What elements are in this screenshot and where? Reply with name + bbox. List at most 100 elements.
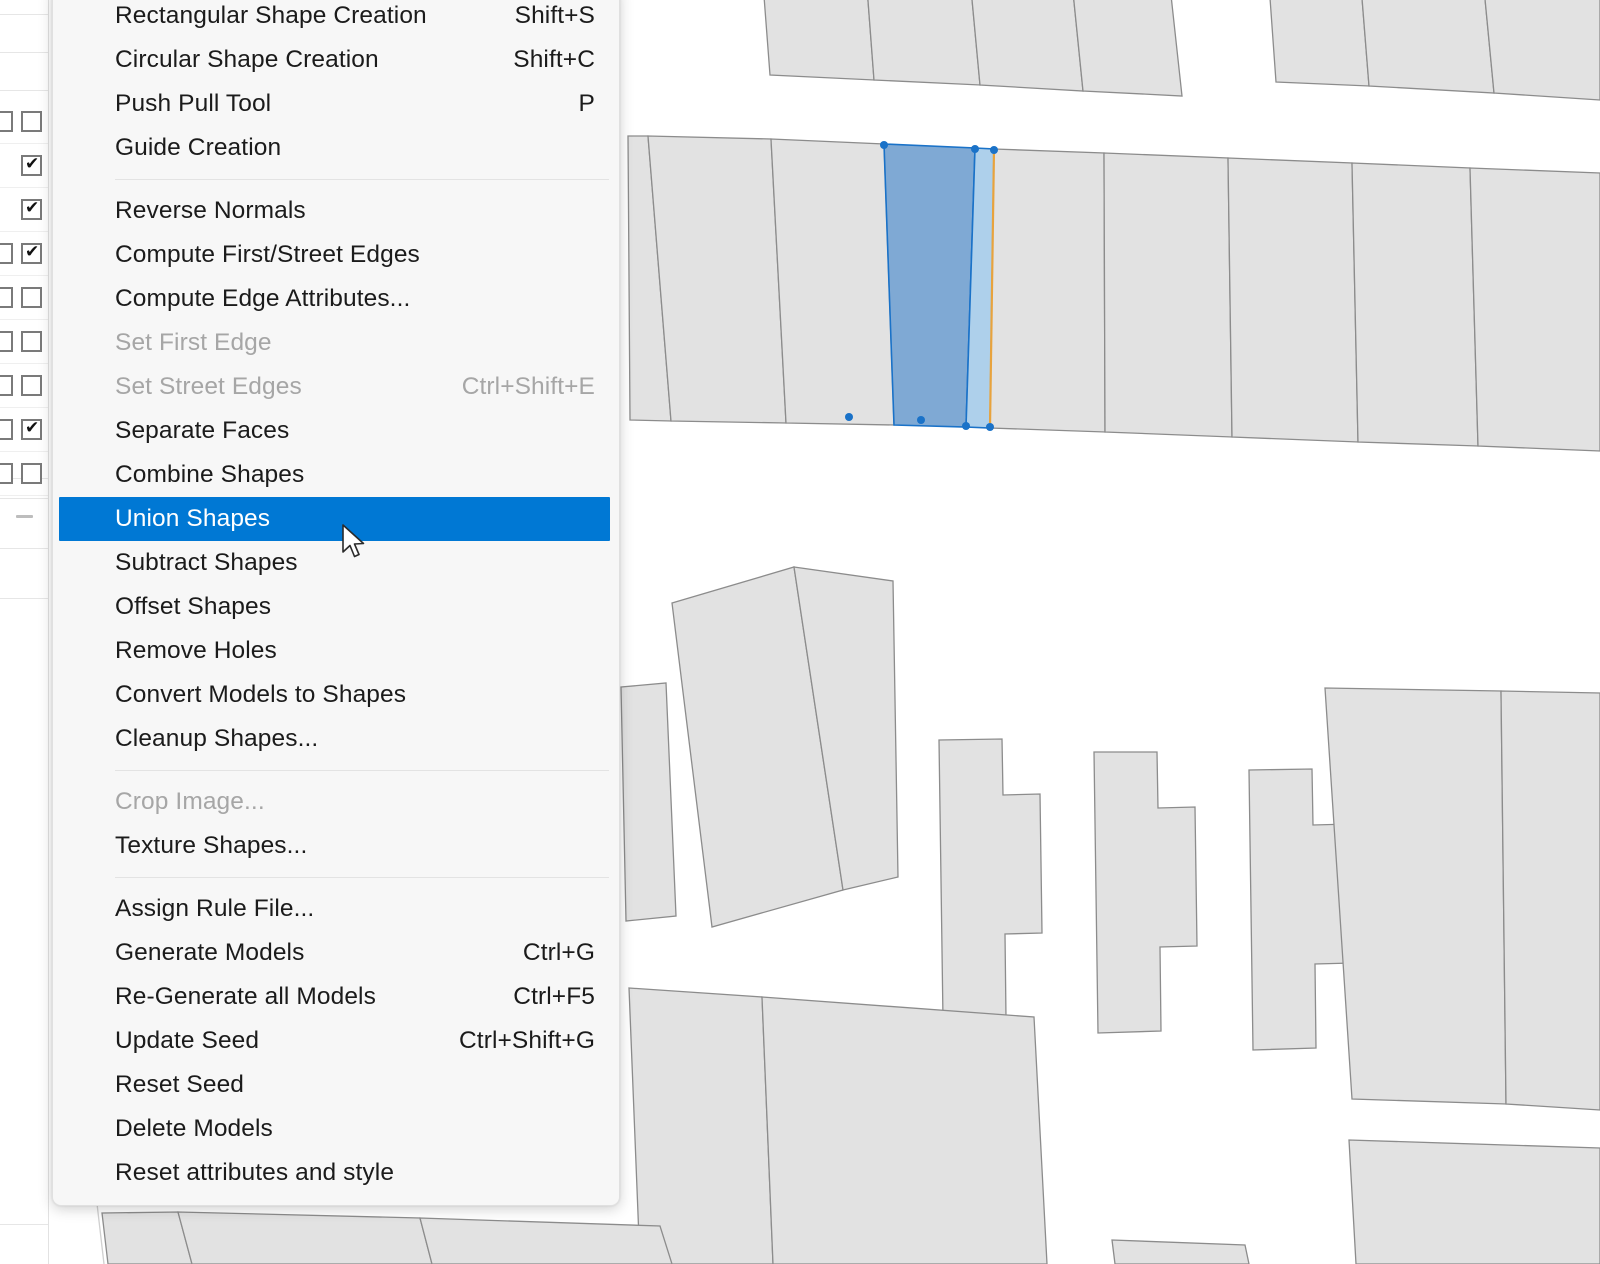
- visibility-checkbox[interactable]: [0, 375, 13, 396]
- menu-separator: [115, 770, 609, 771]
- menu-item-convert-models-to-shapes[interactable]: Convert Models to Shapes: [53, 673, 619, 717]
- visibility-checkbox[interactable]: [21, 287, 42, 308]
- visibility-checkbox[interactable]: [0, 419, 13, 440]
- menu-item-label: Assign Rule File...: [115, 895, 595, 923]
- menu-item-label: Combine Shapes: [115, 461, 595, 489]
- parcel-block-top-right: [1268, 0, 1600, 100]
- menu-item-re-generate-all-models[interactable]: Re-Generate all Models Ctrl+F5: [53, 975, 619, 1019]
- menu-item-label: Push Pull Tool: [115, 90, 549, 118]
- menu-item-reverse-normals[interactable]: Reverse Normals: [53, 189, 619, 233]
- menu-item-label: Circular Shape Creation: [115, 46, 483, 74]
- visibility-checkbox[interactable]: [0, 463, 13, 484]
- visibility-checkbox[interactable]: [0, 111, 13, 132]
- tree-row[interactable]: [0, 276, 48, 320]
- menu-item-label: Texture Shapes...: [115, 832, 595, 860]
- panel-separator: [0, 1224, 48, 1225]
- visibility-checkbox[interactable]: ✔: [21, 243, 42, 264]
- tree-row[interactable]: [0, 452, 48, 496]
- tree-row[interactable]: ✔: [0, 188, 48, 232]
- parcel-block-right: [1325, 688, 1600, 1110]
- menu-item-set-street-edges: Set Street EdgesCtrl+Shift+E: [53, 365, 619, 409]
- parcel-sliver-bottom: [102, 1212, 672, 1264]
- visibility-checkbox[interactable]: [0, 331, 13, 352]
- menu-item-label: Compute First/Street Edges: [115, 241, 595, 269]
- tree-row[interactable]: [0, 100, 48, 144]
- tree-row[interactable]: [0, 364, 48, 408]
- menu-item-generate-models[interactable]: Generate Models Ctrl+G: [53, 931, 619, 975]
- parcel-block-bottom-right: [1112, 1140, 1600, 1264]
- menu-item-label: Reset Seed: [115, 1071, 595, 1099]
- application-window: ✔ ✔ ✔ ✔ Rectangular Shape Creation Shift+S Ci…: [0, 0, 1600, 1264]
- shapes-context-menu[interactable]: Rectangular Shape Creation Shift+S Circula…: [52, 0, 620, 1206]
- tree-row[interactable]: ✔: [0, 144, 48, 188]
- checkmark-icon: ✔: [25, 198, 39, 219]
- menu-item-delete-models[interactable]: Delete Models: [53, 1107, 619, 1151]
- menu-item-circular-shape-creation[interactable]: Circular Shape Creation Shift+C: [53, 38, 619, 82]
- menu-item-assign-rule-file[interactable]: Assign Rule File...: [53, 887, 619, 931]
- menu-separator: [115, 877, 609, 878]
- visibility-checkbox[interactable]: [0, 287, 13, 308]
- visibility-checkbox[interactable]: [21, 375, 42, 396]
- menu-item-label: Rectangular Shape Creation: [115, 2, 485, 30]
- scene-explorer-panel[interactable]: ✔ ✔ ✔ ✔: [0, 0, 49, 1264]
- visibility-checkbox[interactable]: ✔: [21, 199, 42, 220]
- menu-item-push-pull-tool[interactable]: Push Pull ToolP: [53, 82, 619, 126]
- menu-item-update-seed[interactable]: Update SeedCtrl+Shift+G: [53, 1019, 619, 1063]
- menu-item-shortcut: Ctrl+Shift+E: [462, 373, 595, 401]
- collapse-dash-icon[interactable]: [16, 515, 33, 518]
- menu-item-shortcut: Ctrl+G: [523, 939, 595, 967]
- menu-item-offset-shapes[interactable]: Offset Shapes: [53, 585, 619, 629]
- menu-item-union-shapes[interactable]: Union Shapes: [59, 497, 610, 541]
- panel-separator: [0, 90, 48, 91]
- menu-item-label: Crop Image...: [115, 788, 595, 816]
- menu-item-label: Reverse Normals: [115, 197, 595, 225]
- menu-item-subtract-shapes[interactable]: Subtract Shapes: [53, 541, 619, 585]
- menu-item-label: Set First Edge: [115, 329, 595, 357]
- menu-item-separate-faces[interactable]: Separate Faces: [53, 409, 619, 453]
- menu-item-label: Separate Faces: [115, 417, 595, 445]
- menu-item-reset-attributes-and-style[interactable]: Reset attributes and style: [53, 1151, 619, 1195]
- visibility-checkbox[interactable]: [21, 331, 42, 352]
- menu-item-shortcut: Shift+S: [515, 2, 595, 30]
- checkmark-icon: ✔: [25, 418, 39, 439]
- menu-separator: [115, 179, 609, 180]
- menu-item-label: Guide Creation: [115, 134, 595, 162]
- panel-separator: [0, 598, 48, 599]
- visibility-checkbox[interactable]: [21, 111, 42, 132]
- menu-item-label: Cleanup Shapes...: [115, 725, 595, 753]
- menu-item-compute-first-street-edges[interactable]: Compute First/Street Edges: [53, 233, 619, 277]
- menu-item-label: Generate Models: [115, 939, 493, 967]
- tree-row[interactable]: [0, 320, 48, 364]
- building-footprints-notched: [939, 739, 1352, 1050]
- menu-item-label: Re-Generate all Models: [115, 983, 483, 1011]
- menu-item-guide-creation[interactable]: Guide Creation: [53, 126, 619, 170]
- visibility-checkbox[interactable]: [21, 463, 42, 484]
- visibility-checkbox[interactable]: [0, 243, 13, 264]
- panel-separator: [0, 548, 48, 549]
- menu-item-label: Update Seed: [115, 1027, 429, 1055]
- menu-item-label: Remove Holes: [115, 637, 595, 665]
- menu-item-label: Offset Shapes: [115, 593, 595, 621]
- tree-row[interactable]: ✔: [0, 232, 48, 276]
- tree-row[interactable]: ✔: [0, 408, 48, 452]
- menu-item-label: Convert Models to Shapes: [115, 681, 595, 709]
- panel-separator: [0, 498, 48, 499]
- visibility-checkbox[interactable]: ✔: [21, 155, 42, 176]
- menu-item-label: Compute Edge Attributes...: [115, 285, 595, 313]
- menu-item-shortcut: Shift+C: [513, 46, 595, 74]
- menu-item-compute-edge-attributes[interactable]: Compute Edge Attributes...: [53, 277, 619, 321]
- menu-item-shortcut: Ctrl+F5: [513, 983, 595, 1011]
- parcel-row-selected[interactable]: [628, 136, 1600, 451]
- checkmark-icon: ✔: [25, 154, 39, 175]
- menu-item-cleanup-shapes[interactable]: Cleanup Shapes...: [53, 717, 619, 761]
- menu-item-combine-shapes[interactable]: Combine Shapes: [53, 453, 619, 497]
- menu-item-texture-shapes[interactable]: Texture Shapes...: [53, 824, 619, 868]
- menu-item-label: Subtract Shapes: [115, 549, 595, 577]
- menu-item-label: Reset attributes and style: [115, 1159, 595, 1187]
- selected-parcel-primary: [884, 144, 975, 427]
- visibility-checkbox[interactable]: ✔: [21, 419, 42, 440]
- menu-item-rectangular-shape-creation[interactable]: Rectangular Shape Creation Shift+S: [53, 0, 619, 38]
- parcel-block-top-left: [762, 0, 1182, 96]
- menu-item-remove-holes[interactable]: Remove Holes: [53, 629, 619, 673]
- menu-item-reset-seed[interactable]: Reset Seed: [53, 1063, 619, 1107]
